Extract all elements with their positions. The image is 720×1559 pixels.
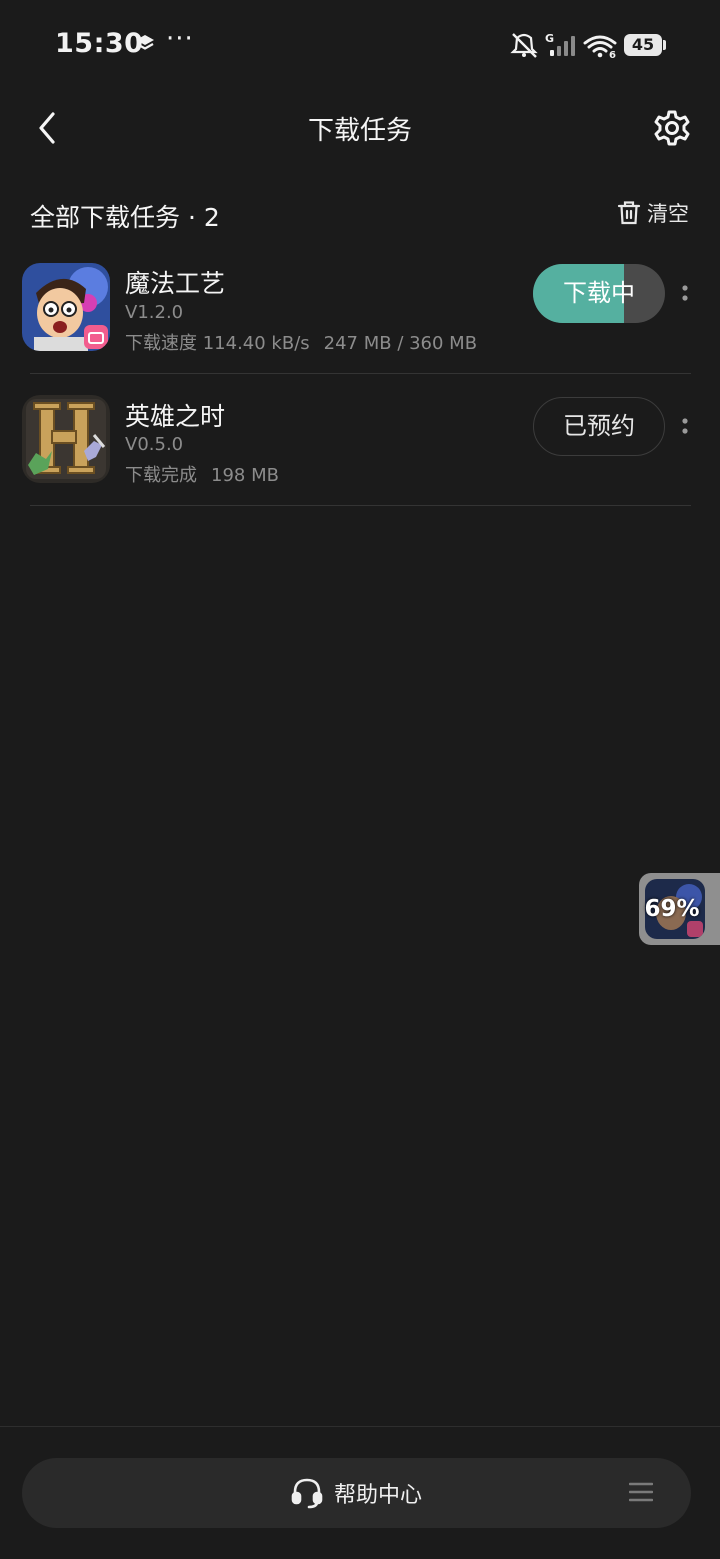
reserved-button[interactable]: 已预约 [533, 397, 665, 456]
app-meta: 下载速度 114.40 kB/s 247 MB / 360 MB [125, 329, 477, 355]
pixel-h-logo-icon [22, 395, 110, 483]
page-title: 下载任务 [307, 116, 412, 146]
downloading-button[interactable]: 下载中 [533, 264, 665, 323]
help-center-label: 帮助中心 [334, 1483, 423, 1508]
mute-bell-icon [510, 33, 538, 58]
bottom-divider [0, 1426, 720, 1427]
clear-all-button[interactable]: 清空 [617, 196, 689, 230]
trash-icon [617, 201, 641, 225]
status-time: 15:30 [55, 28, 144, 59]
row-divider [30, 373, 691, 374]
gear-icon[interactable] [652, 108, 692, 148]
headset-icon [291, 1478, 323, 1509]
status-icons: G 6 [510, 32, 617, 60]
signal-icon: G [545, 32, 575, 56]
status-more-dots: ··· [166, 24, 194, 54]
wifi-version-label: 6 [609, 50, 616, 60]
download-status: 下载完成 [125, 465, 197, 486]
section-title: 全部下载任务 · 2 [30, 203, 220, 232]
app-version: V0.5.0 [125, 434, 184, 455]
app-icon-hero-hour[interactable] [22, 395, 110, 483]
download-speed: 下载速度 114.40 kB/s [125, 333, 310, 354]
downloading-label: 下载中 [563, 279, 635, 307]
network-type-label: G [545, 32, 554, 45]
floating-progress-percent: 69% [644, 896, 700, 922]
wifi-icon: 6 [583, 35, 617, 60]
app-name: 英雄之时 [125, 402, 226, 431]
help-center-button[interactable]: 帮助中心 [290, 1474, 422, 1512]
floating-download-widget[interactable]: 69% [639, 873, 720, 945]
more-options-icon[interactable] [675, 406, 695, 446]
layers-icon [136, 35, 154, 50]
app-version: V1.2.0 [125, 302, 184, 323]
app-name: 魔法工艺 [125, 269, 226, 298]
more-options-icon[interactable] [675, 273, 695, 313]
app-icon-magic-craft[interactable] [22, 263, 110, 351]
battery-icon: 45 [624, 34, 662, 56]
menu-icon[interactable] [629, 1481, 653, 1503]
row-divider [30, 505, 691, 506]
cartoon-boy-icon [22, 263, 110, 351]
download-size: 198 MB [211, 465, 279, 486]
clear-all-label: 清空 [647, 202, 689, 226]
app-meta: 下载完成 198 MB [125, 461, 279, 487]
battery-tip [663, 40, 666, 50]
download-size: 247 MB / 360 MB [323, 333, 478, 354]
